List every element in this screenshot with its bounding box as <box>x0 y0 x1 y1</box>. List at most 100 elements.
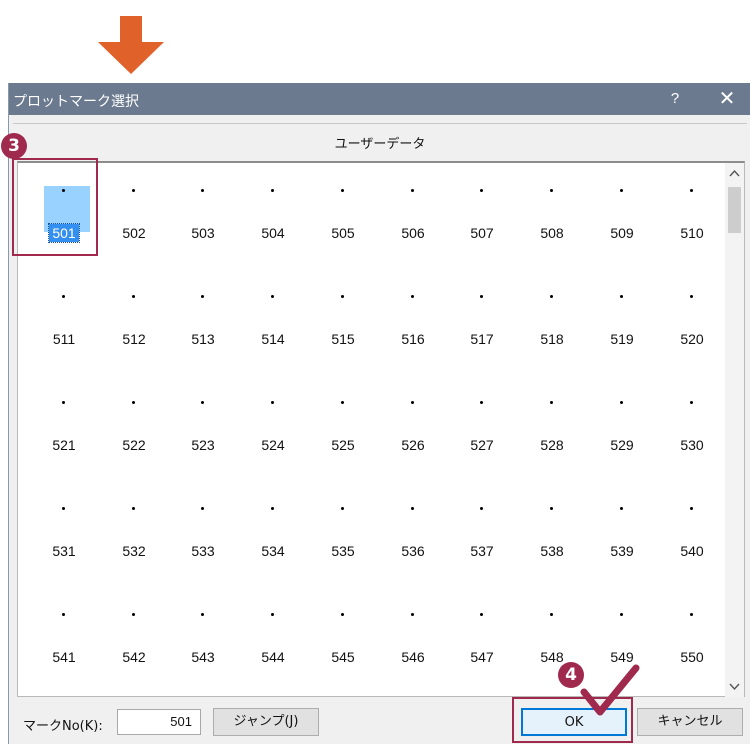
mark-cell-536[interactable]: 536 <box>379 499 447 599</box>
mark-number: 546 <box>379 649 447 665</box>
mark-cell-546[interactable]: 546 <box>379 605 447 705</box>
tab-user-data[interactable]: ユーザーデータ <box>13 123 747 157</box>
mark-cell-530[interactable]: 530 <box>658 393 726 493</box>
mark-number-text: 514 <box>261 331 285 347</box>
mark-cell-519[interactable]: 519 <box>588 287 656 387</box>
mark-cell-511[interactable]: 511 <box>30 287 98 387</box>
mark-cell-520[interactable]: 520 <box>658 287 726 387</box>
mark-cell-531[interactable]: 531 <box>30 499 98 599</box>
mark-cell-506[interactable]: 506 <box>379 181 447 281</box>
mark-number-text: 535 <box>331 543 355 559</box>
mark-number: 540 <box>658 543 726 559</box>
plot-mark-dot-icon <box>62 401 65 404</box>
plot-mark-dot-icon <box>480 189 483 192</box>
mark-number-text: 513 <box>191 331 215 347</box>
mark-cell-510[interactable]: 510 <box>658 181 726 281</box>
mark-cell-526[interactable]: 526 <box>379 393 447 493</box>
mark-number-text: 512 <box>122 331 146 347</box>
mark-cell-539[interactable]: 539 <box>588 499 656 599</box>
mark-cell-512[interactable]: 512 <box>100 287 168 387</box>
mark-number-text: 528 <box>540 437 564 453</box>
mark-cell-507[interactable]: 507 <box>448 181 516 281</box>
mark-cell-532[interactable]: 532 <box>100 499 168 599</box>
mark-cell-527[interactable]: 527 <box>448 393 516 493</box>
tab-label: ユーザーデータ <box>334 137 426 152</box>
mark-number-text: 538 <box>540 543 564 559</box>
mark-no-input[interactable]: 501 <box>117 709 201 735</box>
mark-cell-517[interactable]: 517 <box>448 287 516 387</box>
jump-button[interactable]: ジャンプ(J) <box>213 708 319 736</box>
mark-cell-535[interactable]: 535 <box>309 499 377 599</box>
scroll-down-arrow-icon[interactable] <box>725 677 744 695</box>
mark-cell-504[interactable]: 504 <box>239 181 307 281</box>
mark-number-text: 518 <box>540 331 564 347</box>
mark-number: 516 <box>379 331 447 347</box>
mark-number-text: 534 <box>261 543 285 559</box>
mark-cell-514[interactable]: 514 <box>239 287 307 387</box>
plot-mark-dialog: プロットマーク選択 ? ✕ ユーザーデータ 501 502 503 504 505 506… <box>8 83 750 744</box>
mark-number-text: 507 <box>470 225 494 241</box>
top-residue <box>0 0 750 6</box>
plot-mark-dot-icon <box>411 613 414 616</box>
mark-cell-541[interactable]: 541 <box>30 605 98 705</box>
vertical-scrollbar[interactable] <box>725 163 744 697</box>
mark-cell-542[interactable]: 542 <box>100 605 168 705</box>
mark-cell-503[interactable]: 503 <box>169 181 237 281</box>
mark-cell-550[interactable]: 550 <box>658 605 726 705</box>
mark-cell-508[interactable]: 508 <box>518 181 586 281</box>
mark-cell-521[interactable]: 521 <box>30 393 98 493</box>
mark-number-text: 521 <box>52 437 76 453</box>
help-button[interactable]: ? <box>661 83 689 115</box>
mark-number: 536 <box>379 543 447 559</box>
mark-cell-522[interactable]: 522 <box>100 393 168 493</box>
close-button[interactable]: ✕ <box>709 83 745 115</box>
mark-cell-547[interactable]: 547 <box>448 605 516 705</box>
plot-mark-dot-icon <box>132 295 135 298</box>
mark-cell-537[interactable]: 537 <box>448 499 516 599</box>
mark-cell-505[interactable]: 505 <box>309 181 377 281</box>
mark-cell-525[interactable]: 525 <box>309 393 377 493</box>
mark-cell-524[interactable]: 524 <box>239 393 307 493</box>
plot-mark-dot-icon <box>62 295 65 298</box>
plot-mark-dot-icon <box>201 295 204 298</box>
mark-cell-538[interactable]: 538 <box>518 499 586 599</box>
scroll-up-arrow-icon[interactable] <box>725 165 744 183</box>
mark-cell-528[interactable]: 528 <box>518 393 586 493</box>
plot-mark-dot-icon <box>132 613 135 616</box>
mark-number-text: 511 <box>52 331 76 347</box>
mark-cell-523[interactable]: 523 <box>169 393 237 493</box>
mark-cell-509[interactable]: 509 <box>588 181 656 281</box>
mark-cell-533[interactable]: 533 <box>169 499 237 599</box>
mark-number: 535 <box>309 543 377 559</box>
mark-grid: 501 502 503 504 505 506 507 508 509 510 511 512 513 5… <box>17 161 745 697</box>
mark-number: 506 <box>379 225 447 241</box>
mark-number: 525 <box>309 437 377 453</box>
mark-cell-529[interactable]: 529 <box>588 393 656 493</box>
mark-cell-545[interactable]: 545 <box>309 605 377 705</box>
scroll-thumb[interactable] <box>728 187 741 233</box>
mark-cell-515[interactable]: 515 <box>309 287 377 387</box>
mark-number: 502 <box>100 225 168 241</box>
plot-mark-dot-icon <box>201 507 204 510</box>
mark-number-text: 537 <box>470 543 494 559</box>
mark-cell-516[interactable]: 516 <box>379 287 447 387</box>
mark-cell-534[interactable]: 534 <box>239 499 307 599</box>
mark-number-text: 510 <box>680 225 704 241</box>
mark-number: 518 <box>518 331 586 347</box>
plot-mark-dot-icon <box>411 507 414 510</box>
mark-cell-543[interactable]: 543 <box>169 605 237 705</box>
mark-cell-502[interactable]: 502 <box>100 181 168 281</box>
mark-number-text: 546 <box>401 649 425 665</box>
plot-mark-dot-icon <box>341 401 344 404</box>
plot-mark-dot-icon <box>620 189 623 192</box>
mark-cell-544[interactable]: 544 <box>239 605 307 705</box>
mark-cell-548[interactable]: 548 <box>518 605 586 705</box>
mark-cell-540[interactable]: 540 <box>658 499 726 599</box>
mark-cell-518[interactable]: 518 <box>518 287 586 387</box>
plot-mark-dot-icon <box>690 401 693 404</box>
cancel-button[interactable]: キャンセル <box>637 708 743 736</box>
mark-number: 539 <box>588 543 656 559</box>
mark-number-text: 509 <box>610 225 634 241</box>
mark-cell-513[interactable]: 513 <box>169 287 237 387</box>
mark-number-text: 516 <box>401 331 425 347</box>
